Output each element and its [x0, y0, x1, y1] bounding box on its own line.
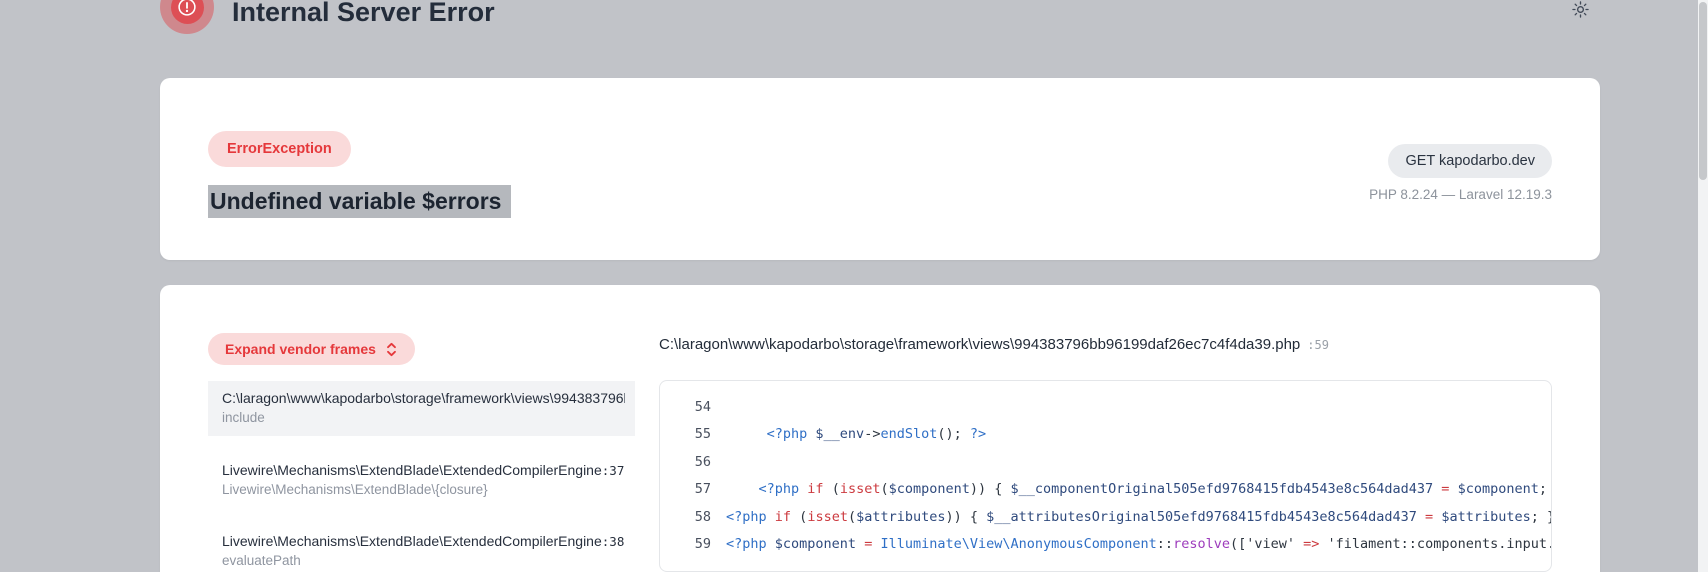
frame-method: Livewire\Mechanisms\ExtendBlade\{closure… [222, 482, 488, 497]
frame-location: Livewire\Mechanisms\ExtendBlade\Extended… [222, 533, 625, 549]
chevron-up-down-icon [387, 342, 396, 356]
frames-list: C:\laragon\www\kapodarbo\storage\framewo… [208, 381, 635, 568]
code-line-number: 58 [694, 508, 711, 525]
scrollbar-thumb[interactable] [1699, 2, 1707, 180]
code-line-number: 55 [694, 426, 711, 443]
frame-method: include [222, 410, 265, 425]
code-line-number: 56 [694, 453, 711, 470]
frame-location: Livewire\Mechanisms\ExtendBlade\Extended… [222, 462, 625, 478]
environment-versions: PHP 8.2.24 — Laravel 12.19.3 [1369, 187, 1552, 202]
code-line: 54 [660, 394, 1551, 421]
expand-vendor-frames-button[interactable]: Expand vendor frames [208, 333, 415, 365]
code-line-content [711, 394, 726, 421]
alert-circle-icon [160, 0, 214, 34]
error-message: Undefined variable $errors [208, 185, 512, 218]
code-line-number: 57 [694, 481, 711, 498]
frame-method: evaluatePath [222, 553, 301, 568]
code-column: C:\laragon\www\kapodarbo\storage\framewo… [659, 333, 1552, 572]
exception-class-badge: ErrorException [208, 131, 351, 167]
error-page: Internal Server Error ErrorException Und… [160, 0, 1600, 572]
frames-column: Expand vendor frames C:\laragon\www\kapo… [208, 333, 635, 568]
code-line: 58 <?php if (isset($attributes)) { $__att… [660, 504, 1551, 531]
sun-icon [1572, 1, 1589, 18]
file-path: C:\laragon\www\kapodarbo\storage\framewo… [659, 336, 1301, 353]
file-path-header: C:\laragon\www\kapodarbo\storage\framewo… [659, 333, 1552, 353]
frame-location: C:\laragon\www\kapodarbo\storage\framewo… [222, 390, 625, 406]
error-summary-card: ErrorException Undefined variable $error… [160, 78, 1600, 260]
code-viewer: 54 55 <?php $__env->endSlot(); ?> 56 57 <?p… [659, 380, 1552, 572]
theme-toggle-button[interactable] [1567, 0, 1594, 26]
code-line-content: <?php $component = Illuminate\View\Anony… [726, 536, 1551, 553]
code-line: 56 [660, 449, 1551, 476]
stack-frame[interactable]: Livewire\Mechanisms\ExtendBlade\Extended… [208, 462, 635, 497]
code-line-content [711, 449, 726, 476]
page-title: Internal Server Error [232, 0, 495, 27]
error-summary-left: ErrorException Undefined variable $error… [208, 131, 512, 218]
code-line-number: 59 [694, 536, 711, 553]
code-line: 59 <?php $component = Illuminate\View\Ano… [660, 531, 1551, 558]
stack-frame[interactable]: Livewire\Mechanisms\ExtendBlade\Extended… [208, 533, 635, 568]
code-line-content: <?php $__env->endSlot(); ?> [766, 426, 987, 443]
stack-frame[interactable]: C:\laragon\www\kapodarbo\storage\framewo… [208, 381, 635, 436]
stack-trace-card: Expand vendor frames C:\laragon\www\kapo… [160, 285, 1600, 572]
page-header: Internal Server Error [160, 0, 1600, 34]
code-line: 55 <?php $__env->endSlot(); ?> [660, 421, 1551, 448]
file-line-number: :59 [1307, 338, 1329, 352]
code-line: 57 <?php if (isset($component)) { $__com… [660, 476, 1551, 503]
frame-line-number: :38 [601, 534, 625, 549]
request-info: GET kapodarbo.dev PHP 8.2.24 — Laravel 1… [1369, 144, 1552, 202]
code-lines: 54 55 <?php $__env->endSlot(); ?> 56 57 <?p… [660, 394, 1551, 558]
code-line-number: 54 [694, 399, 711, 415]
request-badge: GET kapodarbo.dev [1388, 144, 1552, 178]
frame-line-number: :37 [601, 463, 625, 478]
code-line-content: <?php if (isset($attributes)) { $__attri… [726, 508, 1551, 525]
scrollbar[interactable] [1698, 0, 1708, 572]
code-line-content: <?php if (isset($component)) { $__compon… [758, 481, 1547, 498]
